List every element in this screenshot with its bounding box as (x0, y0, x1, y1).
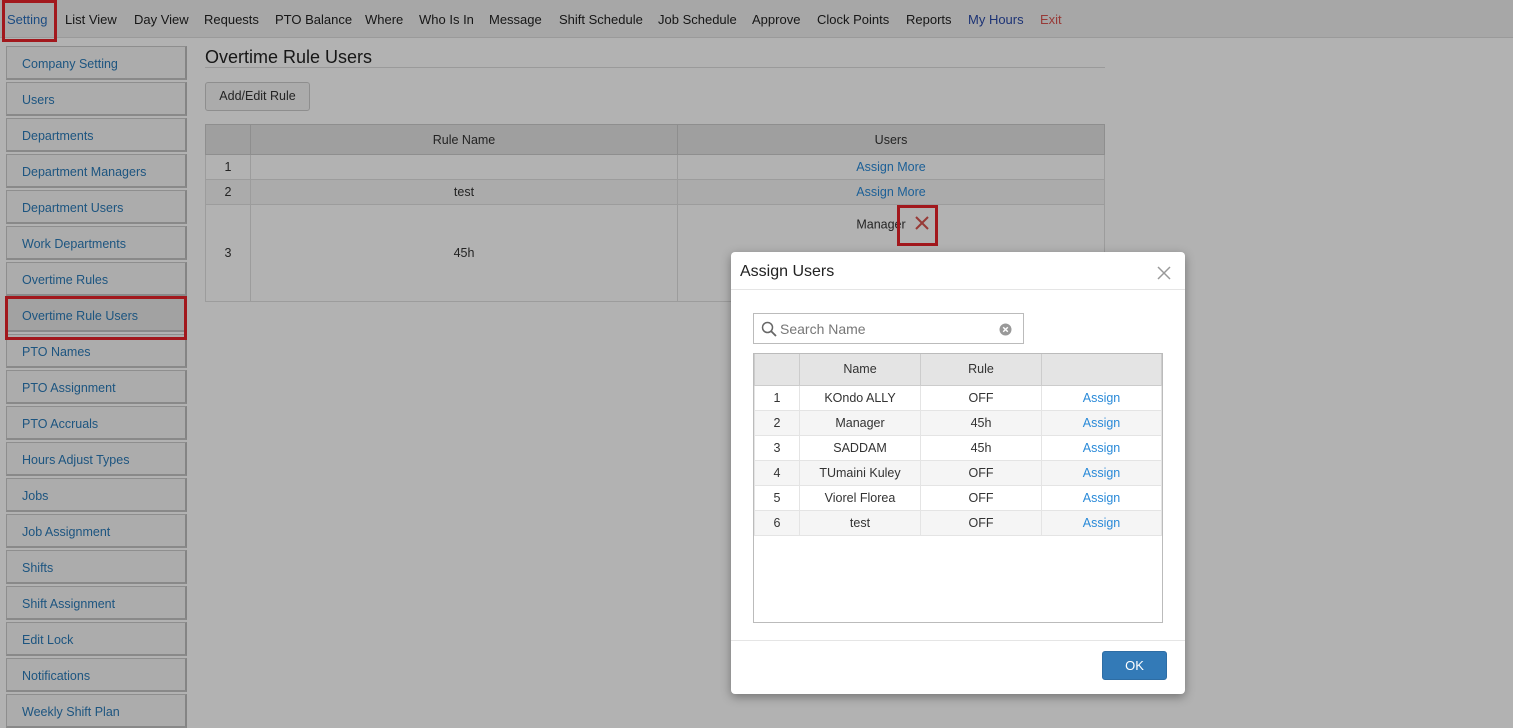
user-rule: OFF (920, 384, 1042, 411)
row-index: 6 (754, 509, 800, 536)
user-name: TUmaini Kuley (799, 459, 921, 486)
user-name: test (799, 509, 921, 536)
assign-link[interactable]: Assign (1083, 466, 1121, 480)
users-table: Name Rule 1 KOndo ALLY OFF Assign 2 Mana… (754, 354, 1162, 536)
column-header-index (754, 354, 800, 386)
user-name: Viorel Florea (799, 484, 921, 511)
user-rule: OFF (920, 509, 1042, 536)
user-rule: OFF (920, 459, 1042, 486)
column-header-rule: Rule (920, 354, 1042, 386)
assign-link[interactable]: Assign (1083, 491, 1121, 505)
user-rule: OFF (920, 484, 1042, 511)
assign-users-modal: Assign Users Name Rule 1 (731, 252, 1185, 694)
modal-header: Assign Users (731, 252, 1185, 290)
user-rule: 45h (920, 409, 1042, 436)
user-name: KOndo ALLY (799, 384, 921, 411)
search-box (753, 313, 1024, 344)
table-row: 1 KOndo ALLY OFF Assign (754, 384, 1162, 411)
table-row: 3 SADDAM 45h Assign (754, 434, 1162, 461)
row-index: 4 (754, 459, 800, 486)
column-header-action (1041, 354, 1162, 386)
user-rule: 45h (920, 434, 1042, 461)
modal-title: Assign Users (740, 263, 835, 280)
user-name: SADDAM (799, 434, 921, 461)
row-index: 2 (754, 409, 800, 436)
assign-link[interactable]: Assign (1083, 441, 1121, 455)
table-row: 4 TUmaini Kuley OFF Assign (754, 459, 1162, 486)
modal-footer: OK (731, 640, 1185, 694)
clear-circle-icon[interactable] (999, 323, 1012, 336)
row-index: 1 (754, 384, 800, 411)
search-icon (761, 321, 777, 337)
assign-link[interactable]: Assign (1083, 516, 1121, 530)
row-index: 3 (754, 434, 800, 461)
table-row: 6 test OFF Assign (754, 509, 1162, 536)
column-header-name: Name (799, 354, 921, 386)
users-grid: Name Rule 1 KOndo ALLY OFF Assign 2 Mana… (753, 353, 1163, 623)
ok-button[interactable]: OK (1102, 651, 1167, 680)
assign-link[interactable]: Assign (1083, 416, 1121, 430)
user-name: Manager (799, 409, 921, 436)
assign-link[interactable]: Assign (1083, 391, 1121, 405)
table-row: 2 Manager 45h Assign (754, 409, 1162, 436)
search-name-input[interactable] (780, 317, 990, 340)
table-row: 5 Viorel Florea OFF Assign (754, 484, 1162, 511)
row-index: 5 (754, 484, 800, 511)
close-icon[interactable] (1157, 266, 1171, 280)
